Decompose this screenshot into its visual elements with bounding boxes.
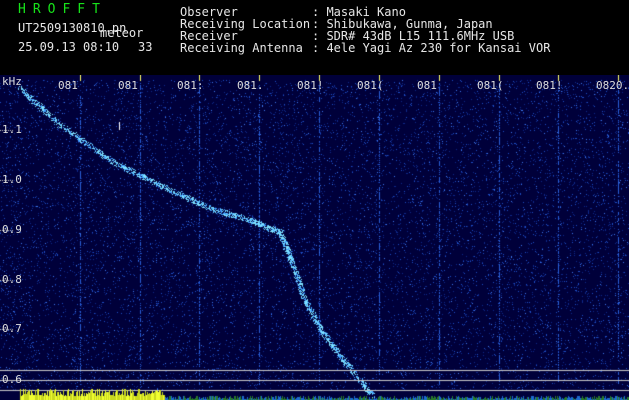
- x-tick-label: 081!: [536, 79, 563, 92]
- x-tick-label: 081(: [357, 79, 384, 92]
- app-title: HROFFT: [18, 2, 107, 17]
- y-tick-label: 1.1: [2, 123, 22, 136]
- capture-mode: meteor: [100, 26, 144, 40]
- x-tick-label: 081(: [477, 79, 504, 92]
- capture-datetime: 25.09.13 08:10: [18, 41, 119, 53]
- y-tick-label: 0.7: [2, 322, 22, 335]
- capture-count: 33: [138, 40, 153, 54]
- x-tick-label: 081.: [237, 79, 264, 92]
- capture-date: 25.09.13: [18, 40, 76, 54]
- capture-time: 08:10: [83, 40, 120, 54]
- x-tick-label: 081: [118, 79, 138, 92]
- antenna-value: : 4ele Yagi Az 230 for Kansai VOR: [312, 41, 551, 55]
- antenna-label: Receiving Antenna: [180, 41, 303, 55]
- y-tick-label: 0.8: [2, 273, 22, 286]
- x-tick-label: 081!: [297, 79, 324, 92]
- x-tick-label: 0820.: [596, 79, 629, 92]
- x-tick-label: 081: [417, 79, 437, 92]
- x-tick-label: 081:: [177, 79, 204, 92]
- y-tick-label: 0.9: [2, 223, 22, 236]
- y-axis-unit-label: kHz: [2, 75, 22, 88]
- y-tick-label: 0.6: [2, 373, 22, 386]
- y-tick-label: 1.0: [2, 173, 22, 186]
- spectrogram-waterfall: [0, 75, 629, 400]
- header-panel: HROFFT UT2509130810.pn meteor 25.09.13 0…: [0, 0, 629, 75]
- x-tick-label: 081: [58, 79, 78, 92]
